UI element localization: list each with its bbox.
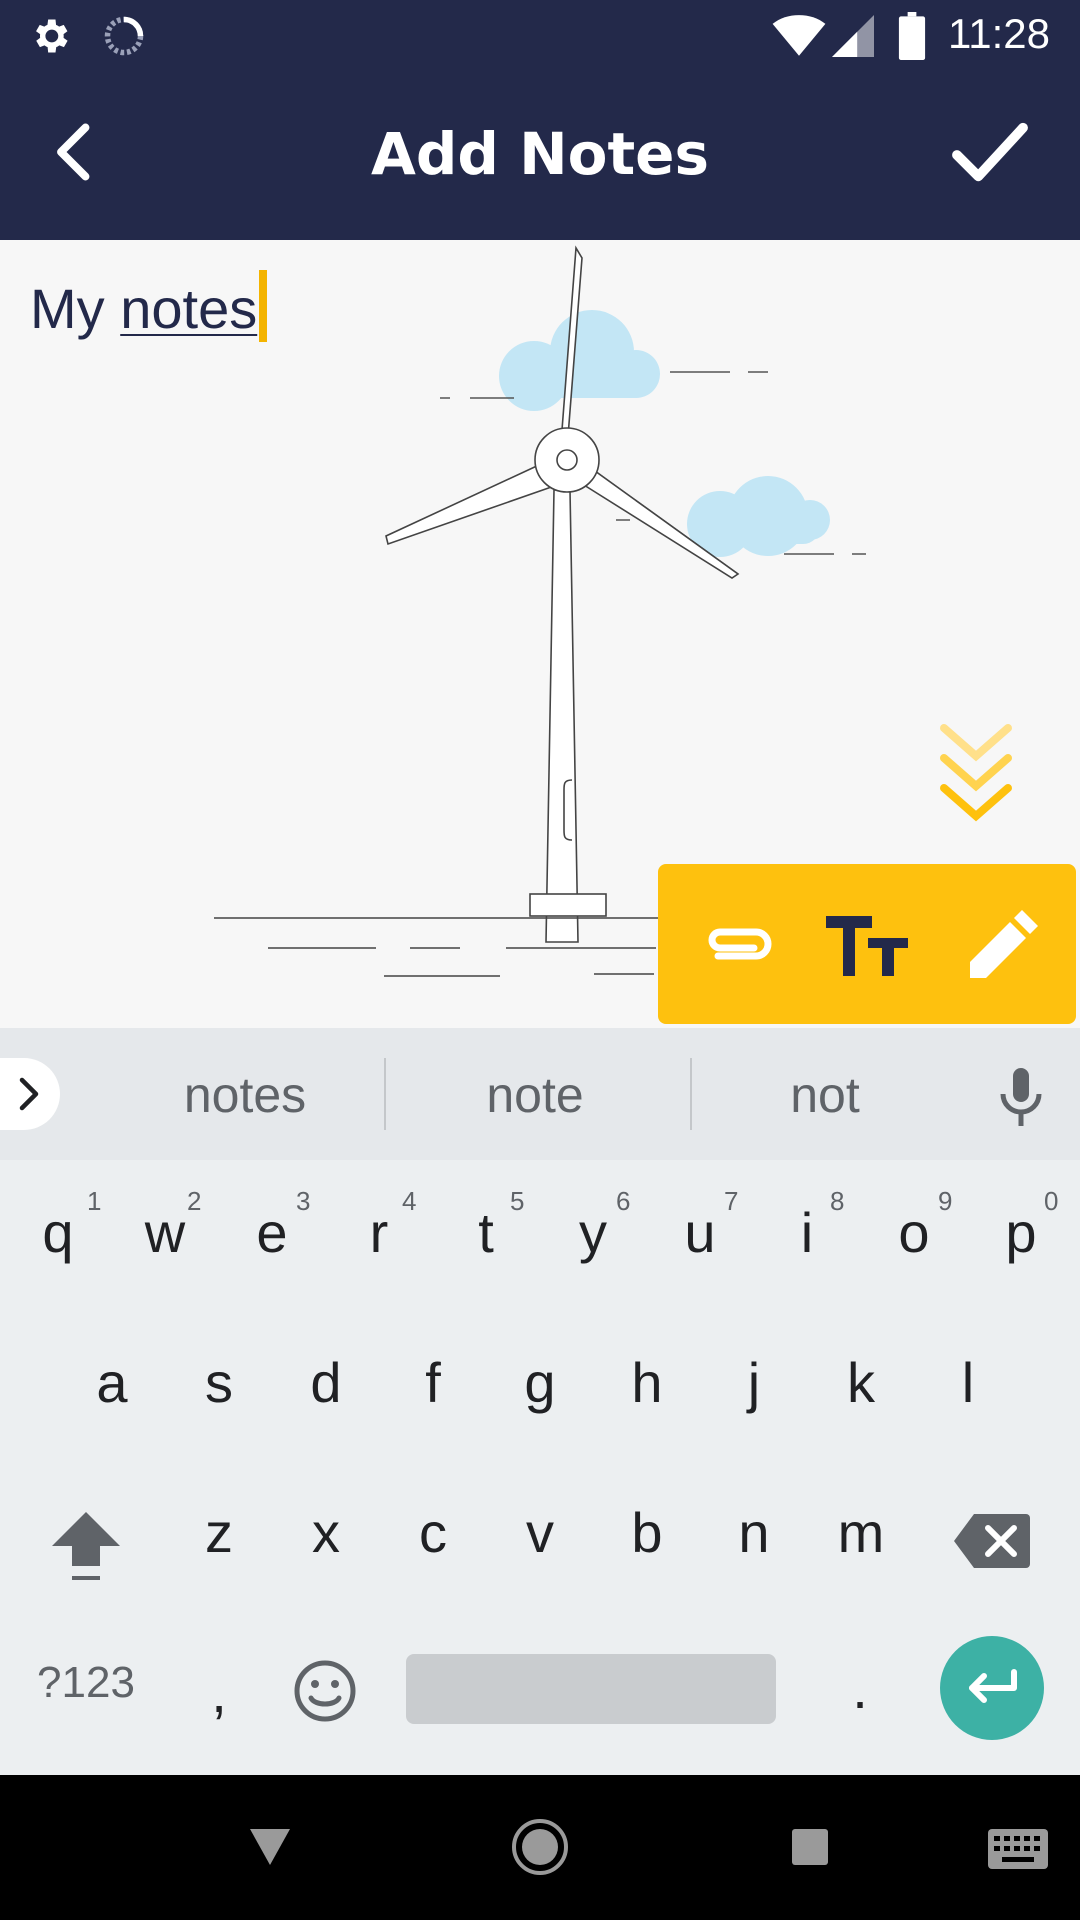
key-hint-8: 8: [830, 1186, 845, 1216]
key-hint-4: 4: [402, 1186, 417, 1216]
period-key[interactable]: .: [810, 1656, 910, 1721]
key-k[interactable]: k: [811, 1350, 911, 1415]
key-f[interactable]: f: [383, 1350, 483, 1415]
navigation-bar: [0, 1775, 1080, 1920]
suggestion-1[interactable]: notes: [150, 1066, 340, 1124]
key-l[interactable]: l: [918, 1350, 1018, 1415]
key-hint-6: 6: [616, 1186, 631, 1216]
key-hint-1: 1: [87, 1186, 102, 1216]
note-text-word: notes: [120, 277, 258, 340]
nav-home-icon[interactable]: [510, 1817, 570, 1877]
space-bar[interactable]: [406, 1654, 776, 1724]
key-d[interactable]: d: [276, 1350, 376, 1415]
key-hint-0: 0: [1044, 1186, 1059, 1216]
suggestion-divider: [690, 1058, 692, 1130]
symbols-key[interactable]: ?123: [36, 1658, 136, 1708]
note-tools-card: [658, 864, 1076, 1024]
key-x[interactable]: x: [276, 1500, 376, 1565]
key-hint-3: 3: [296, 1186, 311, 1216]
status-bar: 11:28: [0, 0, 1080, 72]
pencil-icon[interactable]: [950, 894, 1050, 994]
status-time: 11:28: [948, 10, 1050, 57]
key-c[interactable]: c: [383, 1500, 483, 1565]
comma-key[interactable]: ,: [169, 1660, 269, 1725]
shift-icon[interactable]: [46, 1506, 126, 1588]
nav-back-icon[interactable]: [246, 1825, 294, 1869]
key-v[interactable]: v: [490, 1500, 590, 1565]
expand-suggestions-button[interactable]: [0, 1058, 60, 1130]
keyboard-icon[interactable]: [986, 1827, 1050, 1871]
key-g[interactable]: g: [490, 1350, 590, 1415]
note-text-prefix: My: [30, 277, 121, 340]
suggestion-divider: [384, 1058, 386, 1130]
key-n[interactable]: n: [704, 1500, 804, 1565]
gear-icon: [36, 19, 68, 53]
text-size-icon[interactable]: [818, 894, 918, 994]
key-m[interactable]: m: [811, 1500, 911, 1565]
enter-button[interactable]: [940, 1636, 1044, 1740]
app-bar: Add Notes: [0, 72, 1080, 240]
emoji-icon[interactable]: [292, 1658, 358, 1724]
page-title: Add Notes: [370, 120, 710, 188]
double-chevron-down-icon[interactable]: [938, 718, 1014, 822]
suggestion-strip: notes note not: [0, 1028, 1080, 1160]
chevron-right-icon: [19, 1077, 39, 1111]
suggestion-2[interactable]: note: [440, 1066, 630, 1124]
key-hint-2: 2: [187, 1186, 202, 1216]
key-s[interactable]: s: [169, 1350, 269, 1415]
nav-recents-icon[interactable]: [790, 1827, 830, 1867]
key-a[interactable]: a: [62, 1350, 162, 1415]
wifi-icon: [772, 15, 826, 56]
key-j[interactable]: j: [704, 1350, 804, 1415]
suggestion-3[interactable]: not: [730, 1066, 920, 1124]
text-cursor: [259, 270, 268, 342]
spinner-icon: [104, 16, 144, 56]
key-b[interactable]: b: [597, 1500, 697, 1565]
key-hint-5: 5: [510, 1186, 525, 1216]
keyboard: notes note not q w e r t y u i o p 1 2 3…: [0, 1028, 1080, 1775]
key-z[interactable]: z: [169, 1500, 269, 1565]
paperclip-icon[interactable]: [688, 894, 788, 994]
microphone-icon[interactable]: [992, 1066, 1050, 1128]
battery-icon: [898, 12, 926, 60]
signal-icon: [832, 15, 874, 57]
key-h[interactable]: h: [597, 1350, 697, 1415]
note-text[interactable]: My notes: [30, 270, 268, 342]
backspace-icon[interactable]: [954, 1512, 1030, 1570]
checkmark-icon[interactable]: [950, 118, 1030, 188]
key-hint-7: 7: [724, 1186, 739, 1216]
enter-icon: [969, 1669, 1017, 1703]
key-hint-9: 9: [938, 1186, 953, 1216]
